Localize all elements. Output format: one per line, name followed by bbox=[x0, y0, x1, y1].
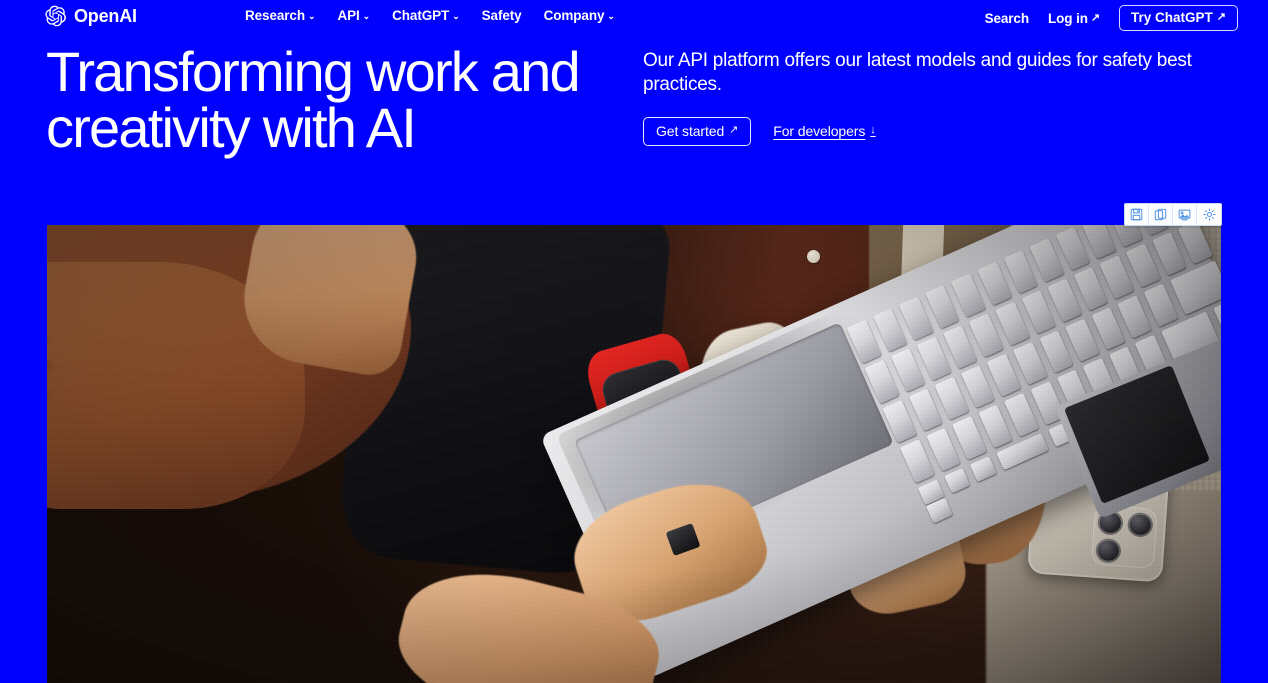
photo-grain bbox=[47, 225, 1221, 683]
nav-item-company[interactable]: Company ⌄ bbox=[544, 8, 615, 23]
nav-label: Company bbox=[543, 8, 605, 23]
openai-logo-icon bbox=[45, 5, 67, 27]
settings-button[interactable] bbox=[1197, 204, 1221, 225]
image-icon bbox=[1178, 208, 1191, 221]
nav-item-chatgpt[interactable]: ChatGPT ⌄ bbox=[392, 8, 460, 23]
try-chatgpt-label: Try ChatGPT bbox=[1131, 10, 1213, 25]
chevron-down-icon: ⌄ bbox=[308, 11, 316, 21]
arrow-up-right-icon: ↗ bbox=[729, 124, 739, 137]
brand-home-link[interactable]: OpenAI bbox=[45, 5, 137, 27]
get-started-button[interactable]: Get started ↗ bbox=[643, 116, 752, 146]
primary-nav: Research ⌄ API ⌄ ChatGPT ⌄ Safety Compan… bbox=[245, 8, 615, 23]
hero-image bbox=[47, 225, 1221, 683]
save-button[interactable] bbox=[1125, 204, 1149, 225]
search-label: Search bbox=[984, 10, 1030, 26]
chevron-down-icon: ⌄ bbox=[362, 11, 371, 21]
page-title: Transforming work and creativity with AI bbox=[46, 40, 581, 159]
save-icon bbox=[1130, 208, 1143, 221]
nav-item-api[interactable]: API ⌄ bbox=[337, 8, 370, 23]
chevron-down-icon: ⌄ bbox=[452, 11, 460, 21]
hero-section: Transforming work and creativity with AI… bbox=[0, 34, 1268, 225]
search-button[interactable]: Search bbox=[984, 10, 1030, 26]
chevron-down-icon: ⌄ bbox=[607, 11, 615, 21]
nav-label: ChatGPT bbox=[392, 8, 450, 23]
nav-item-safety[interactable]: Safety bbox=[482, 8, 522, 23]
for-developers-link[interactable]: For developers ↓ bbox=[773, 123, 875, 139]
for-developers-label: For developers bbox=[773, 123, 866, 140]
page-root: OpenAI Research ⌄ API ⌄ ChatGPT ⌄ Safety… bbox=[0, 0, 1268, 683]
nav-label: Safety bbox=[481, 8, 522, 23]
hero-cta-group: Get started ↗ For developers ↓ bbox=[643, 116, 1223, 146]
hero-subtitle: Our API platform offers our latest model… bbox=[643, 50, 1192, 96]
arrow-up-right-icon: ↗ bbox=[1216, 11, 1226, 23]
try-chatgpt-button[interactable]: Try ChatGPT ↗ bbox=[1119, 5, 1238, 31]
copy-icon bbox=[1154, 208, 1167, 221]
browser-extension-toolbar[interactable] bbox=[1124, 203, 1222, 226]
get-started-label: Get started bbox=[656, 122, 725, 139]
arrow-up-right-icon: ↗ bbox=[1090, 11, 1101, 24]
nav-label: Research bbox=[245, 8, 305, 23]
secondary-nav: Search Log in ↗ Try ChatGPT ↗ bbox=[985, 5, 1238, 31]
brand-name: OpenAI bbox=[74, 5, 137, 26]
hero-photo-composition bbox=[47, 225, 1221, 683]
site-navbar: OpenAI Research ⌄ API ⌄ ChatGPT ⌄ Safety… bbox=[0, 0, 1268, 34]
copy-button[interactable] bbox=[1149, 204, 1173, 225]
image-button[interactable] bbox=[1173, 204, 1197, 225]
arrow-down-icon: ↓ bbox=[870, 124, 876, 137]
nav-item-research[interactable]: Research ⌄ bbox=[245, 8, 316, 23]
login-link[interactable]: Log in ↗ bbox=[1048, 11, 1100, 26]
login-label: Log in bbox=[1048, 10, 1088, 26]
settings-icon bbox=[1202, 208, 1216, 221]
nav-label: API bbox=[337, 8, 360, 23]
hero-copy-block: Our API platform offers our latest model… bbox=[643, 49, 1223, 146]
